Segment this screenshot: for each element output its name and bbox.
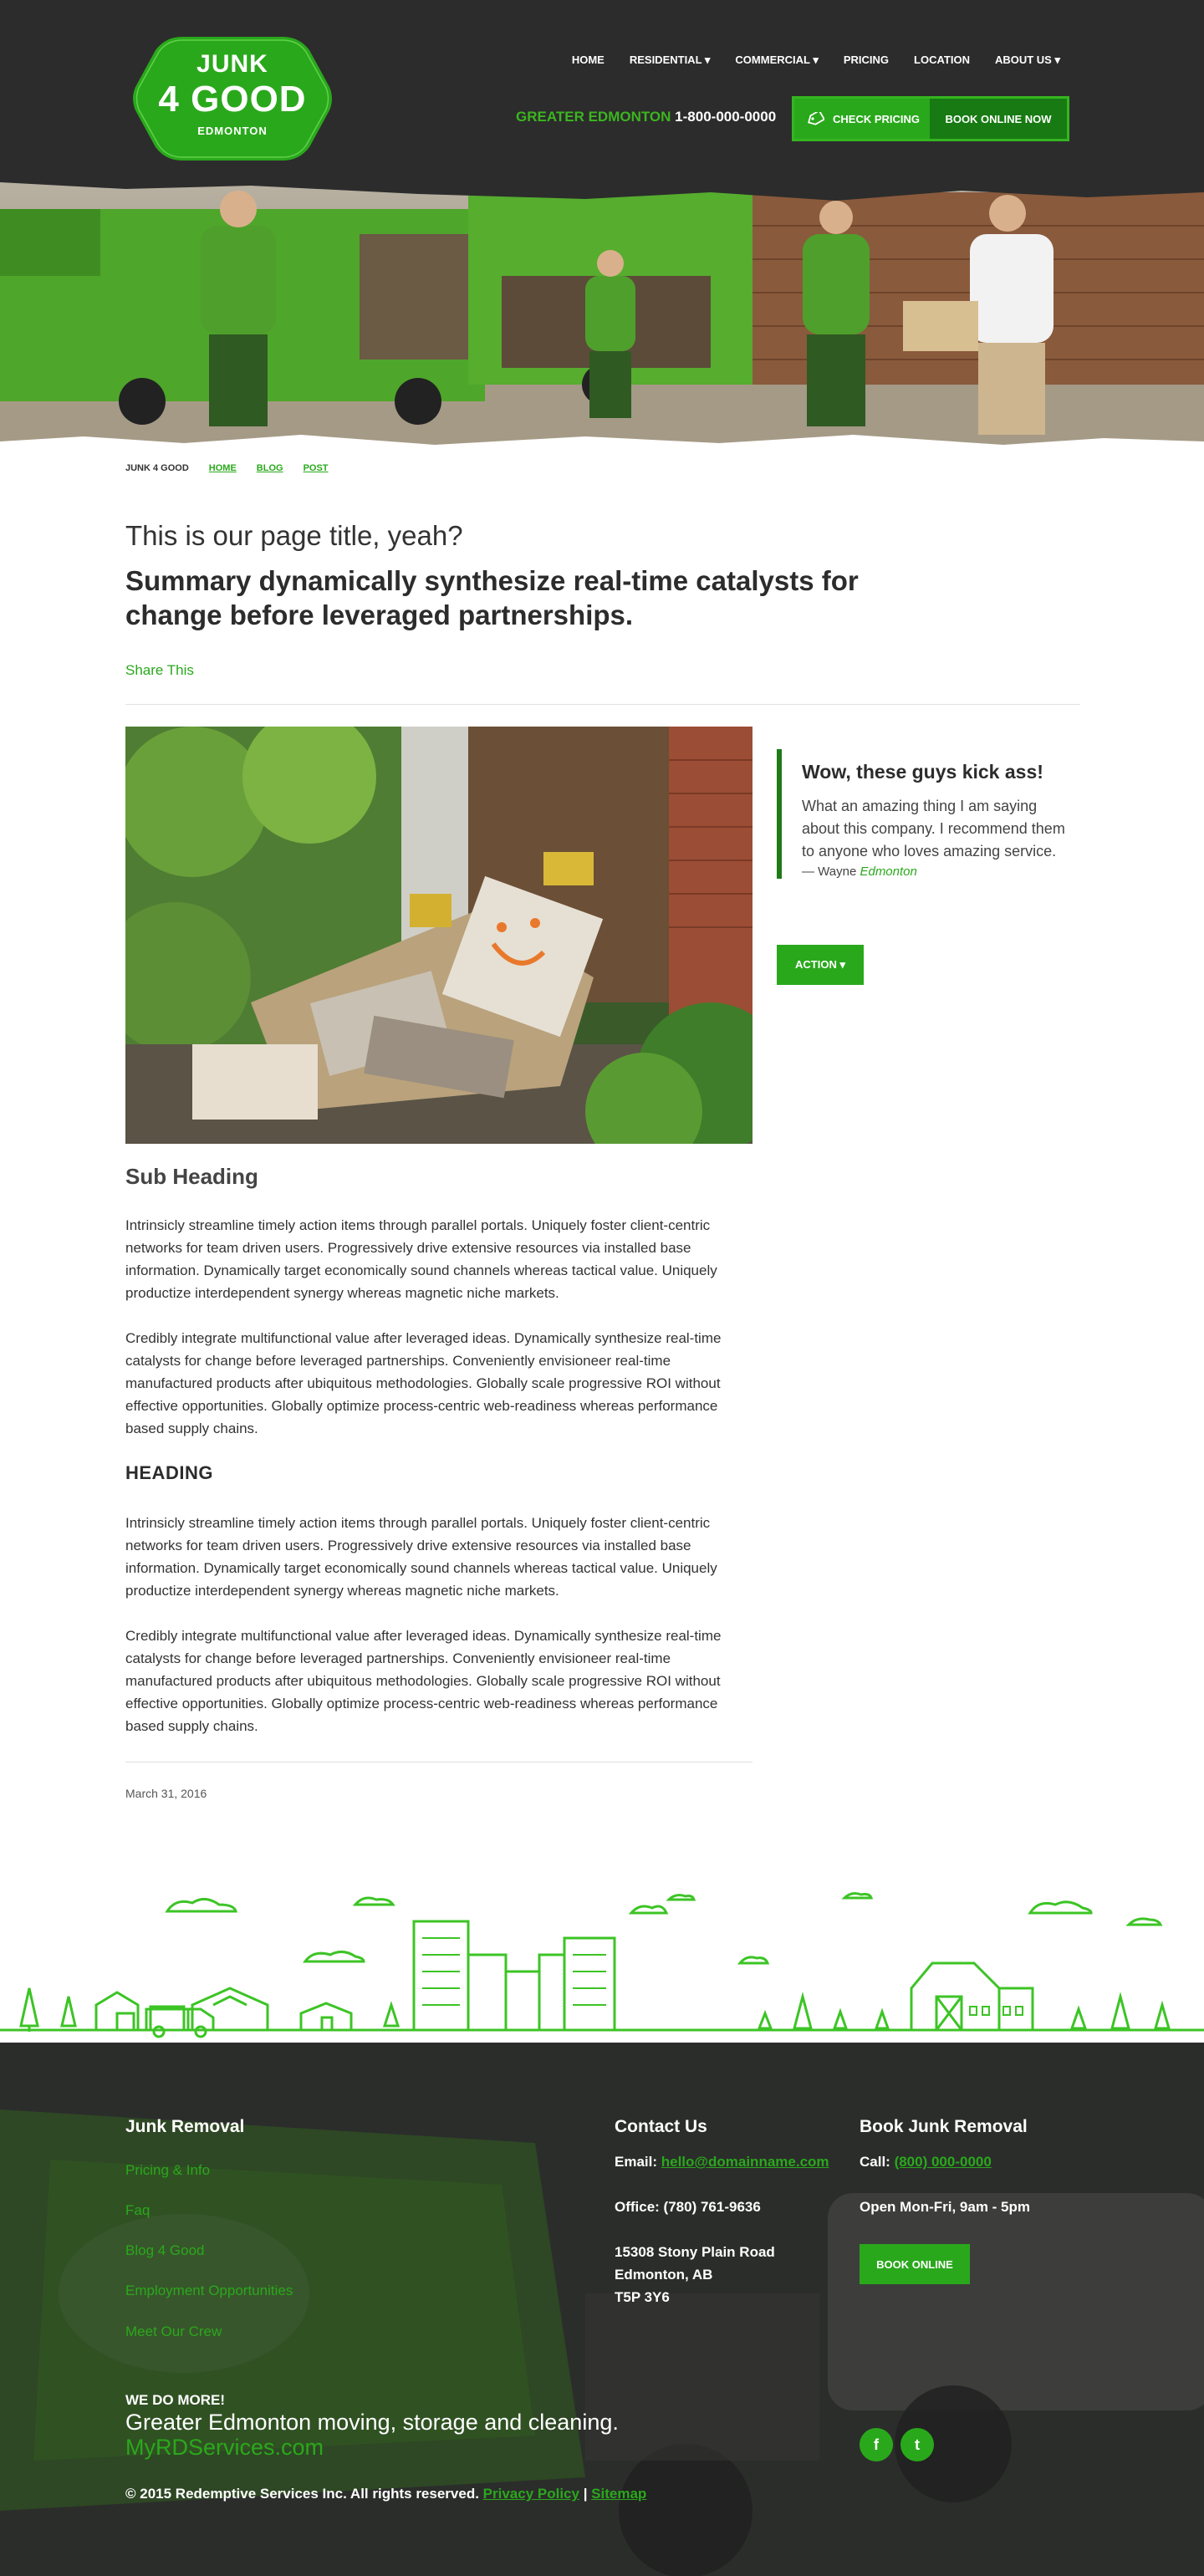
contact-email: Email: hello@domainname.com [615, 2150, 829, 2173]
check-pricing-button[interactable]: CHECK PRICING [794, 99, 930, 139]
we-do-more-label: WE DO MORE! [125, 2392, 225, 2408]
breadcrumb-post[interactable]: POST [304, 463, 329, 473]
footer-book-online-button[interactable]: BOOK ONLINE [860, 2244, 970, 2284]
contact-us-heading: Contact Us [615, 2117, 707, 2136]
call-link[interactable]: (800) 000-0000 [895, 2154, 992, 2170]
contact-office-phone: Office: (780) 761-9636 [615, 2199, 761, 2215]
copyright-text: © 2015 Redemptive Services Inc. All righ… [125, 2486, 483, 2502]
action-dropdown-button[interactable]: ACTION ▾ [777, 945, 864, 985]
breadcrumb-brand: JUNK 4 GOOD [125, 463, 189, 473]
area-label: GREATER EDMONTON [516, 109, 671, 125]
junk-removal-heading: Junk Removal [125, 2117, 245, 2136]
breadcrumb-home[interactable]: HOME [209, 463, 237, 473]
call-label: Call: [860, 2154, 895, 2170]
post-date: March 31, 2016 [125, 1787, 207, 1800]
site-header: JUNK 4 GOOD EDMONTON HOME RESIDENTIAL ▾ … [0, 0, 1204, 192]
email-link[interactable]: hello@domainname.com [661, 2154, 829, 2170]
junk-pile-photo [125, 727, 752, 1144]
author-city: Edmonton [860, 865, 917, 879]
facebook-icon[interactable]: f [860, 2428, 893, 2461]
twitter-icon[interactable]: t [900, 2428, 934, 2461]
testimonial-text: What an amazing thing I am saying about … [802, 798, 1065, 860]
city-skyline-illustration [0, 1880, 1204, 2043]
paragraph-2: Credibly integrate multifunctional value… [125, 1330, 722, 1436]
paragraph-4: Credibly integrate multifunctional value… [125, 1628, 722, 1734]
footer-link-crew[interactable]: Meet Our Crew [125, 2324, 222, 2340]
sitemap-link[interactable]: Sitemap [591, 2486, 646, 2502]
paragraph-3: Intrinsicly streamline timely action ite… [125, 1515, 717, 1599]
check-pricing-label: CHECK PRICING [833, 112, 921, 125]
address-line-2: Edmonton, AB [615, 2267, 713, 2283]
junk4good-logo[interactable]: JUNK 4 GOOD EDMONTON [132, 32, 333, 166]
header-cta-group: CHECK PRICING BOOK ONLINE NOW [792, 96, 1069, 141]
footer-link-employment[interactable]: Employment Opportunities [125, 2283, 293, 2299]
footer-link-pricing[interactable]: Pricing & Info [125, 2162, 210, 2179]
book-junk-removal-heading: Book Junk Removal [860, 2117, 1028, 2136]
nav-location[interactable]: LOCATION [914, 54, 970, 67]
nav-pricing[interactable]: PRICING [844, 54, 889, 67]
myrdservices-link[interactable]: MyRDServices.com [125, 2435, 324, 2461]
copyright: © 2015 Redemptive Services Inc. All righ… [125, 2486, 646, 2502]
section-heading: HEADING [125, 1462, 213, 1483]
nav-about-us[interactable]: ABOUT US ▾ [995, 54, 1060, 67]
divider [125, 704, 1080, 705]
testimonial-blockquote: Wow, these guys kick ass! What an amazin… [777, 749, 1065, 879]
footer-link-faq[interactable]: Faq [125, 2202, 150, 2219]
breadcrumb-blog[interactable]: BLOG [257, 463, 283, 473]
book-online-now-button[interactable]: BOOK ONLINE NOW [930, 99, 1067, 139]
price-tag-icon [808, 112, 824, 125]
paragraph-1: Intrinsicly streamline timely action ite… [125, 1217, 717, 1301]
logo-line-junk: JUNK [196, 50, 268, 78]
phone-number[interactable]: 1-800-000-0000 [675, 109, 776, 125]
page-summary: Summary dynamically synthesize real-time… [125, 565, 859, 630]
footer-call: Call: (800) 000-0000 [860, 2150, 992, 2173]
main-nav: HOME RESIDENTIAL ▾ COMMERCIAL ▾ PRICING … [572, 54, 1060, 67]
hero-image [0, 176, 1204, 451]
business-hours: Open Mon-Fri, 9am - 5pm [860, 2199, 1031, 2215]
nav-residential[interactable]: RESIDENTIAL ▾ [630, 54, 711, 67]
testimonial-author: — Wayne Edmonton [802, 865, 1065, 879]
footer-tagline: Greater Edmonton moving, storage and cle… [125, 2410, 619, 2435]
header-phone: GREATER EDMONTON 1-800-000-0000 [516, 109, 776, 125]
email-label: Email: [615, 2154, 661, 2170]
link-separator: | [579, 2486, 592, 2502]
author-name: — Wayne [802, 865, 860, 879]
nav-commercial[interactable]: COMMERCIAL ▾ [735, 54, 818, 67]
logo-line-edmonton: EDMONTON [197, 125, 268, 137]
breadcrumb: JUNK 4 GOOD HOME BLOG POST [125, 463, 329, 473]
page-title: This is our page title, yeah? [125, 520, 463, 551]
privacy-policy-link[interactable]: Privacy Policy [483, 2486, 579, 2502]
address-line-1: 15308 Stony Plain Road [615, 2244, 775, 2260]
nav-home[interactable]: HOME [572, 54, 605, 67]
logo-line-4good: 4 GOOD [158, 79, 307, 120]
footer-link-blog[interactable]: Blog 4 Good [125, 2242, 205, 2259]
sub-heading: Sub Heading [125, 1164, 258, 1189]
share-link[interactable]: Share This [125, 662, 194, 679]
testimonial-heading: Wow, these guys kick ass! [802, 761, 1043, 783]
address-line-3: T5P 3Y6 [615, 2289, 670, 2305]
